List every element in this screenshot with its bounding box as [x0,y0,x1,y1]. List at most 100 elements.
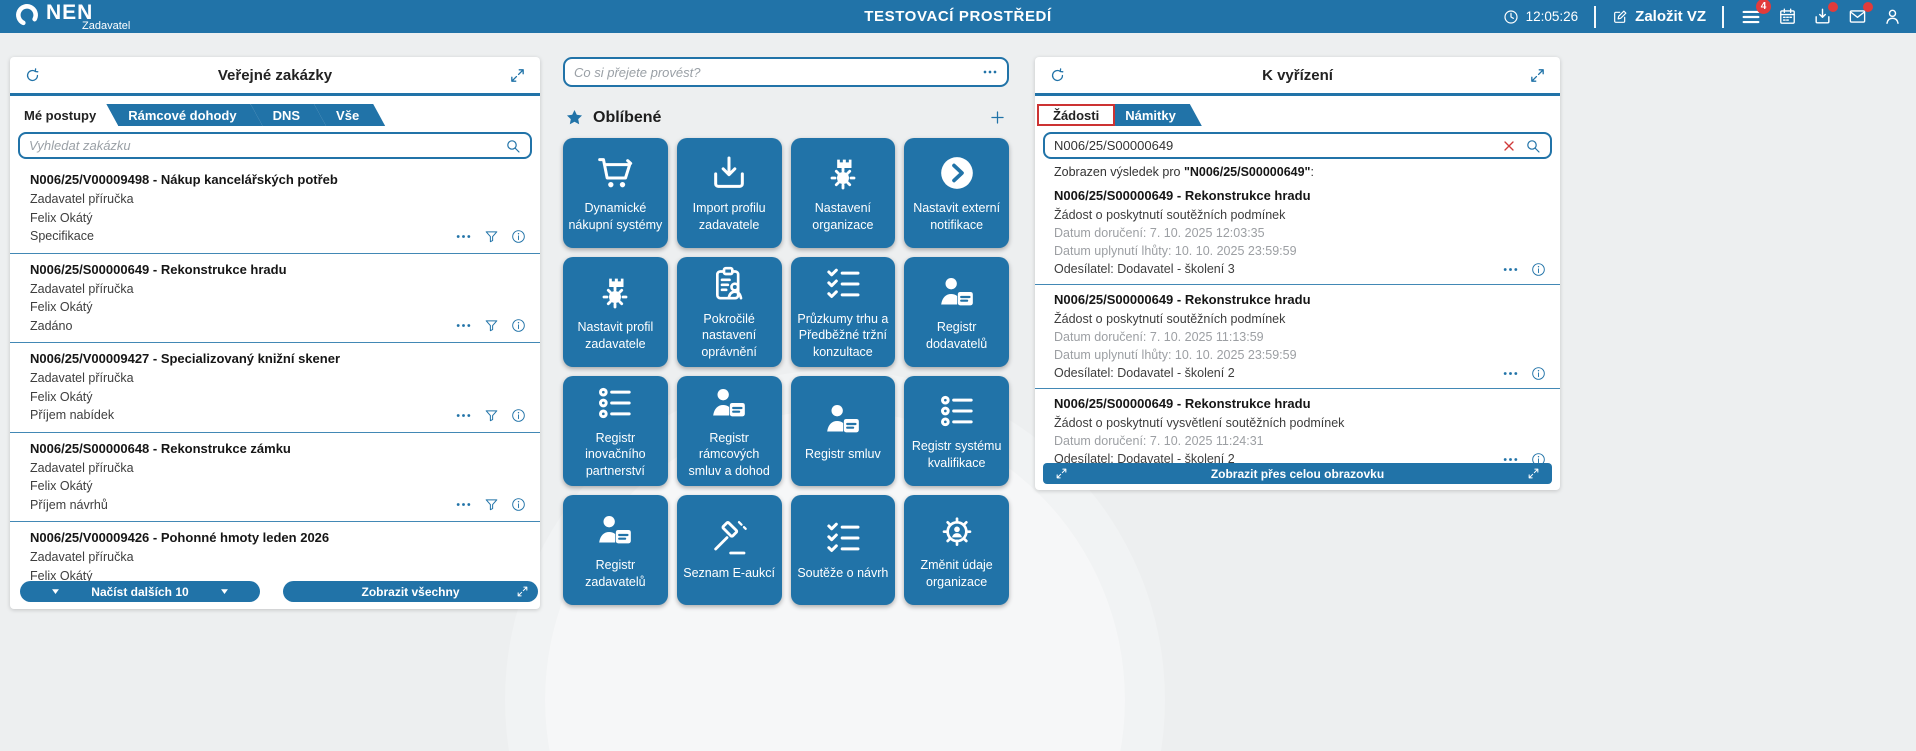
expand-icon[interactable] [509,67,526,84]
filter-icon[interactable] [484,408,499,423]
filter-icon[interactable] [484,497,499,512]
tab[interactable]: DNS [251,104,326,126]
more-actions-icon[interactable] [455,496,472,513]
tile-label: Registr zadavatelů [585,558,646,589]
favorite-tile[interactable]: Seznam E-aukcí [676,495,782,605]
edit-icon [1612,9,1628,25]
tile-label: Dynamické nákupní systémy [568,201,663,232]
load-more-button[interactable]: Načíst dalších 10 [20,581,260,602]
tile-label: Nastavit profil zadavatele [577,320,654,351]
messages-button[interactable] [1848,2,1873,26]
requests-search-input[interactable] [1054,138,1493,153]
request-sender: Odesílatel: Dodavatel - školení 3 [1054,262,1235,276]
create-vz-label: Založit VZ [1635,8,1706,25]
profile-button[interactable] [1883,7,1902,26]
filter-icon[interactable] [484,229,499,244]
request-received-date: Datum doručení: 7. 10. 2025 12:03:35 [1054,226,1265,240]
contracts-tabs: Mé postupy Rámcové dohody DNS Vše [24,104,540,126]
main-menu-button[interactable]: 4 [1740,0,1771,28]
more-options-icon[interactable] [982,64,998,80]
tab[interactable]: Rámcové dohody [106,104,262,126]
info-icon[interactable] [511,229,526,244]
tile-label: Registr rámcových smluv a dohod [688,431,770,478]
tab[interactable]: Mé postupy [12,104,118,126]
favorite-tile[interactable]: Nastavit externí notifikace [904,138,1009,248]
command-search-input[interactable] [574,64,974,80]
favorite-tile[interactable]: Změnit údaje organizace [904,495,1009,605]
tab[interactable]: Vše [314,104,385,126]
refresh-icon[interactable] [1049,67,1066,84]
favorite-tile[interactable]: Registr rámcových smluv a dohod [676,376,782,486]
clock-icon [1503,9,1519,25]
expand-icon[interactable] [1529,67,1546,84]
favorite-tile[interactable]: Registr inovačního partnerství [563,376,668,486]
more-actions-icon[interactable] [1502,365,1519,382]
gear-building-icon [595,272,635,312]
favorite-tile[interactable]: Registr zadavatelů [563,495,668,605]
tile-label: Registr systému kvalifikace [911,439,1002,470]
info-icon[interactable] [511,497,526,512]
tile-label: Registr smluv [805,447,881,462]
request-received-date: Datum doručení: 7. 10. 2025 11:13:59 [1054,330,1264,344]
triangle-down-icon [219,586,230,597]
contract-list-item[interactable]: N006/25/S00000649 - Rekonstrukce hradu Z… [10,252,540,343]
clipboard-person-icon [709,264,749,304]
contracts-search-input[interactable] [29,138,497,153]
info-icon[interactable] [511,318,526,333]
favorite-tile[interactable]: Nastavení organizace [790,138,896,248]
refresh-icon[interactable] [24,67,41,84]
calendar-button[interactable] [1778,7,1797,26]
gear-building-icon [823,153,863,193]
contract-status: Příjem nabídek [30,408,115,422]
more-actions-icon[interactable] [455,407,472,424]
panel-title-k-vyrizeni: K vyřízení [1262,66,1333,84]
contract-list-item[interactable]: N006/25/S00000648 - Rekonstrukce zámku Z… [10,431,540,522]
favorite-tile[interactable]: Nastavit profil zadavatele [563,257,668,367]
request-subject: Žádost o poskytnutí vysvětlení soutěžníc… [1054,416,1345,430]
info-icon[interactable] [1531,366,1546,381]
favorite-tile[interactable]: Průzkumy trhu a Předběžné tržní konzulta… [790,257,896,367]
request-list-item[interactable]: N006/25/S00000649 - Rekonstrukce hradu Ž… [1035,388,1560,474]
search-icon[interactable] [1525,138,1541,154]
clear-search-icon[interactable] [1501,138,1517,154]
downloads-button[interactable] [1813,2,1838,26]
favorite-tile[interactable]: Pokročilé nastavení oprávnění [676,257,782,367]
request-list-item[interactable]: N006/25/S00000649 - Rekonstrukce hradu Ž… [1035,181,1560,284]
show-all-button[interactable]: Zobrazit všechny [283,581,538,602]
contract-status: Specifikace [30,229,94,243]
filter-icon[interactable] [484,318,499,333]
request-subject: Žádost o poskytnutí soutěžních podmínek [1054,208,1286,222]
favorite-tile[interactable]: Registr systému kvalifikace [904,376,1009,486]
search-icon[interactable] [505,138,521,154]
more-actions-icon[interactable] [1502,261,1519,278]
favorite-tile[interactable]: Soutěže o návrh [790,495,896,605]
tab[interactable]: Námitky [1103,104,1202,126]
favorite-tile[interactable]: Registr smluv [790,376,896,486]
clock-display: 12:05:26 [1503,9,1578,25]
more-actions-icon[interactable] [455,228,472,245]
favorite-tile[interactable]: Registr dodavatelů [904,257,1009,367]
list-icon [595,383,635,423]
contract-status: Příjem návrhů [30,497,108,512]
contract-title: N006/25/V00009498 - Nákup kancelářských … [30,172,338,187]
request-list-item[interactable]: N006/25/S00000649 - Rekonstrukce hradu Ž… [1035,284,1560,388]
topbar-divider [1594,5,1597,28]
app-logo[interactable]: NEN Zadavatel [14,2,130,32]
favorite-tile[interactable]: Import profilu zadavatele [676,138,782,248]
more-actions-icon[interactable] [455,317,472,334]
info-icon[interactable] [1531,262,1546,277]
contract-list-item[interactable]: N006/25/V00009498 - Nákup kancelářských … [10,164,540,253]
tab[interactable]: Žádosti [1037,104,1116,126]
fullscreen-label: Zobrazit přes celou obrazovku [1210,466,1385,481]
request-contract-title: N006/25/S00000649 - Rekonstrukce hradu [1054,396,1311,411]
triangle-down-icon [50,586,61,597]
favorite-tile[interactable]: Dynamické nákupní systémy [563,138,668,248]
add-favorite-button[interactable] [988,108,1007,127]
header-rule [1035,93,1560,96]
menu-badge: 4 [1756,0,1771,14]
fullscreen-button[interactable]: Zobrazit přes celou obrazovku [1043,463,1552,484]
info-icon[interactable] [511,408,526,423]
favorites-title: Oblíbené [593,108,662,126]
create-vz-button[interactable]: Založit VZ [1612,8,1706,25]
contract-list-item[interactable]: N006/25/V00009427 - Specializovaný knižn… [10,342,540,432]
